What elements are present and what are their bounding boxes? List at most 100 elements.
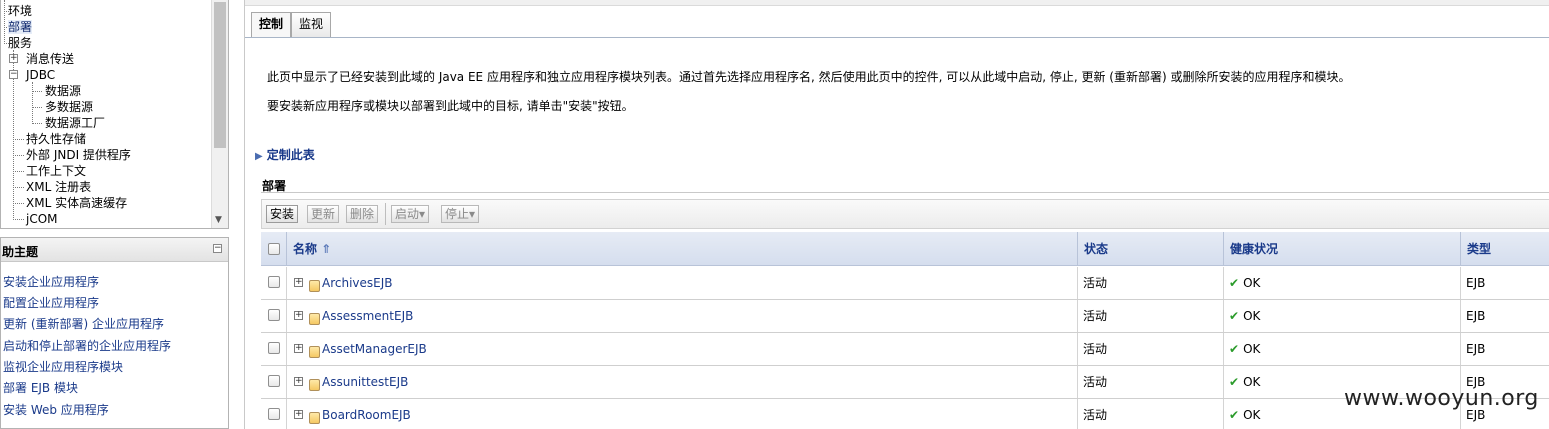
tree-item-data-source-factories[interactable]: 数据源工厂: [45, 116, 105, 130]
column-header-health[interactable]: 健康状况: [1224, 232, 1461, 266]
select-all-checkbox[interactable]: [268, 243, 280, 255]
start-button-label: 启动: [395, 207, 420, 221]
health-cell: ✔ OK: [1224, 333, 1461, 365]
tree-connector: [4, 0, 5, 44]
help-link-start-stop-apps[interactable]: 启动和停止部署的企业应用程序: [3, 337, 171, 354]
tree-item-data-sources[interactable]: 数据源: [45, 84, 81, 98]
column-name-label: 名称: [293, 242, 318, 256]
scroll-down-arrow-icon[interactable]: ▼: [215, 215, 222, 225]
install-instruction: 要安装新应用程序或模块以部署到此域中的目标, 请单击"安装"按钮。: [267, 99, 634, 113]
tree-item-deployments[interactable]: 部署: [8, 20, 33, 34]
deployment-name-link[interactable]: AssessmentEJB: [322, 300, 413, 332]
tree-item-label: XML 注册表: [26, 180, 92, 194]
section-divider: [261, 192, 1549, 193]
toolbar-separator: [385, 203, 386, 225]
row-checkbox[interactable]: [268, 375, 280, 387]
collapse-panel-icon[interactable]: −: [213, 244, 222, 253]
tree-item-xml-entity-caches[interactable]: XML 实体高速缓存: [26, 196, 127, 210]
column-header-type[interactable]: 类型: [1461, 232, 1549, 266]
column-header-name[interactable]: 名称 ⇑: [287, 232, 1078, 266]
tab-control[interactable]: 控制: [251, 12, 292, 37]
page-description: 此页中显示了已经安装到此域的 Java EE 应用程序和独立应用程序模块列表。通…: [267, 70, 1351, 84]
stop-dropdown-button[interactable]: 停止▾: [441, 205, 480, 223]
tree-item-label: 消息传送: [26, 52, 75, 66]
name-cell: + AssetManagerEJB: [287, 333, 1078, 365]
deployment-name-link[interactable]: AssetManagerEJB: [322, 333, 427, 365]
sort-ascending-icon[interactable]: ⇑: [321, 242, 331, 256]
help-link-update-enterprise-app[interactable]: 更新 (重新部署) 企业应用程序: [3, 315, 164, 332]
help-link-install-web-app[interactable]: 安装 Web 应用程序: [3, 401, 109, 418]
tree-item-jdbc[interactable]: JDBC: [26, 68, 55, 82]
tree-item-environment[interactable]: 环境: [8, 4, 32, 18]
help-link-monitor-modules[interactable]: 监视企业应用程序模块: [3, 358, 123, 375]
tree-connector: [13, 155, 24, 156]
collapse-minus-icon[interactable]: −: [9, 70, 18, 79]
tree-item-work-contexts[interactable]: 工作上下文: [26, 164, 86, 178]
tree-connector: [32, 82, 33, 124]
type-cell: EJB: [1466, 342, 1486, 356]
help-link-configure-enterprise-app[interactable]: 配置企业应用程序: [3, 294, 99, 311]
main-content: 控制 监视 此页中显示了已经安装到此域的 Java EE 应用程序和独立应用程序…: [244, 0, 1549, 429]
tree-item-services[interactable]: 服务: [8, 36, 32, 50]
tree-connector: [32, 123, 42, 124]
row-checkbox[interactable]: [268, 309, 280, 321]
deployment-name-link[interactable]: AssunittestEJB: [322, 366, 408, 398]
expand-plus-icon[interactable]: +: [294, 278, 303, 287]
row-select-cell: [261, 399, 287, 429]
tree-item-jcom[interactable]: jCOM: [26, 212, 58, 226]
start-dropdown-button[interactable]: 启动▾: [391, 205, 430, 223]
delete-button-label: 删除: [350, 207, 375, 221]
help-topics-panel: 助主题 − 安装企业应用程序 配置企业应用程序 更新 (重新部署) 企业应用程序…: [0, 237, 229, 429]
tree-connector: [32, 91, 42, 92]
deployment-name-link[interactable]: ArchivesEJB: [322, 267, 393, 299]
ok-check-icon: ✔: [1229, 342, 1240, 356]
tab-label: 监视: [299, 17, 324, 31]
navigation-tree-panel: 环境 部署 服务 + 消息传送 − JDBC 数据源 多数据源 数据源工厂 持久…: [0, 0, 229, 229]
tree-item-label: 服务: [8, 36, 33, 50]
row-checkbox[interactable]: [268, 408, 280, 420]
tree-item-xml-registries[interactable]: XML 注册表: [26, 180, 91, 194]
health-label: OK: [1243, 408, 1261, 422]
expand-plus-icon[interactable]: +: [294, 410, 303, 419]
tab-monitoring[interactable]: 监视: [291, 12, 332, 37]
column-type-label: 类型: [1467, 242, 1492, 256]
tree-item-messaging[interactable]: 消息传送: [26, 52, 74, 66]
expand-plus-icon[interactable]: +: [294, 377, 303, 386]
name-cell: + AssunittestEJB: [287, 366, 1078, 398]
column-health-label: 健康状况: [1230, 242, 1279, 256]
expand-plus-icon[interactable]: +: [294, 344, 303, 353]
deployment-name-link[interactable]: BoardRoomEJB: [322, 399, 411, 429]
expand-plus-icon[interactable]: +: [294, 311, 303, 320]
table-row: + ArchivesEJB 活动 ✔ OK EJB: [261, 267, 1549, 300]
tree-item-label: JDBC: [26, 68, 56, 82]
tree-item-foreign-jndi[interactable]: 外部 JNDI 提供程序: [26, 148, 131, 162]
install-button[interactable]: 安装: [266, 205, 299, 223]
page-title-strip: [245, 0, 1549, 6]
ejb-module-icon: [309, 280, 320, 292]
state-cell: 活动: [1078, 267, 1224, 299]
column-header-state[interactable]: 状态: [1078, 232, 1224, 266]
health-label: OK: [1243, 342, 1261, 356]
tree-item-persistent-stores[interactable]: 持久性存储: [26, 132, 86, 146]
tree-scrollbar[interactable]: ▼: [211, 0, 228, 228]
scrollbar-thumb[interactable]: [214, 2, 226, 148]
update-button[interactable]: 更新: [307, 205, 340, 223]
tree-item-label: 数据源: [45, 84, 82, 98]
row-select-cell: [261, 267, 287, 299]
expand-plus-icon[interactable]: +: [9, 54, 18, 63]
help-link-install-enterprise-app[interactable]: 安装企业应用程序: [3, 273, 99, 290]
state-cell: 活动: [1078, 333, 1224, 365]
customize-table-link[interactable]: ▶ 定制此表: [255, 146, 315, 163]
state-cell: 活动: [1078, 300, 1224, 332]
table-row: + AssetManagerEJB 活动 ✔ OK EJB: [261, 333, 1549, 366]
health-label: OK: [1243, 276, 1261, 290]
delete-button[interactable]: 删除: [346, 205, 379, 223]
tree-connector: [13, 187, 24, 188]
tree-connector: [13, 139, 24, 140]
select-all-header: [261, 232, 287, 266]
row-checkbox[interactable]: [268, 342, 280, 354]
tree-item-multi-data-sources[interactable]: 多数据源: [45, 100, 93, 114]
help-link-deploy-ejb[interactable]: 部署 EJB 模块: [3, 379, 78, 396]
table-row: + AssessmentEJB 活动 ✔ OK EJB: [261, 300, 1549, 333]
row-checkbox[interactable]: [268, 276, 280, 288]
